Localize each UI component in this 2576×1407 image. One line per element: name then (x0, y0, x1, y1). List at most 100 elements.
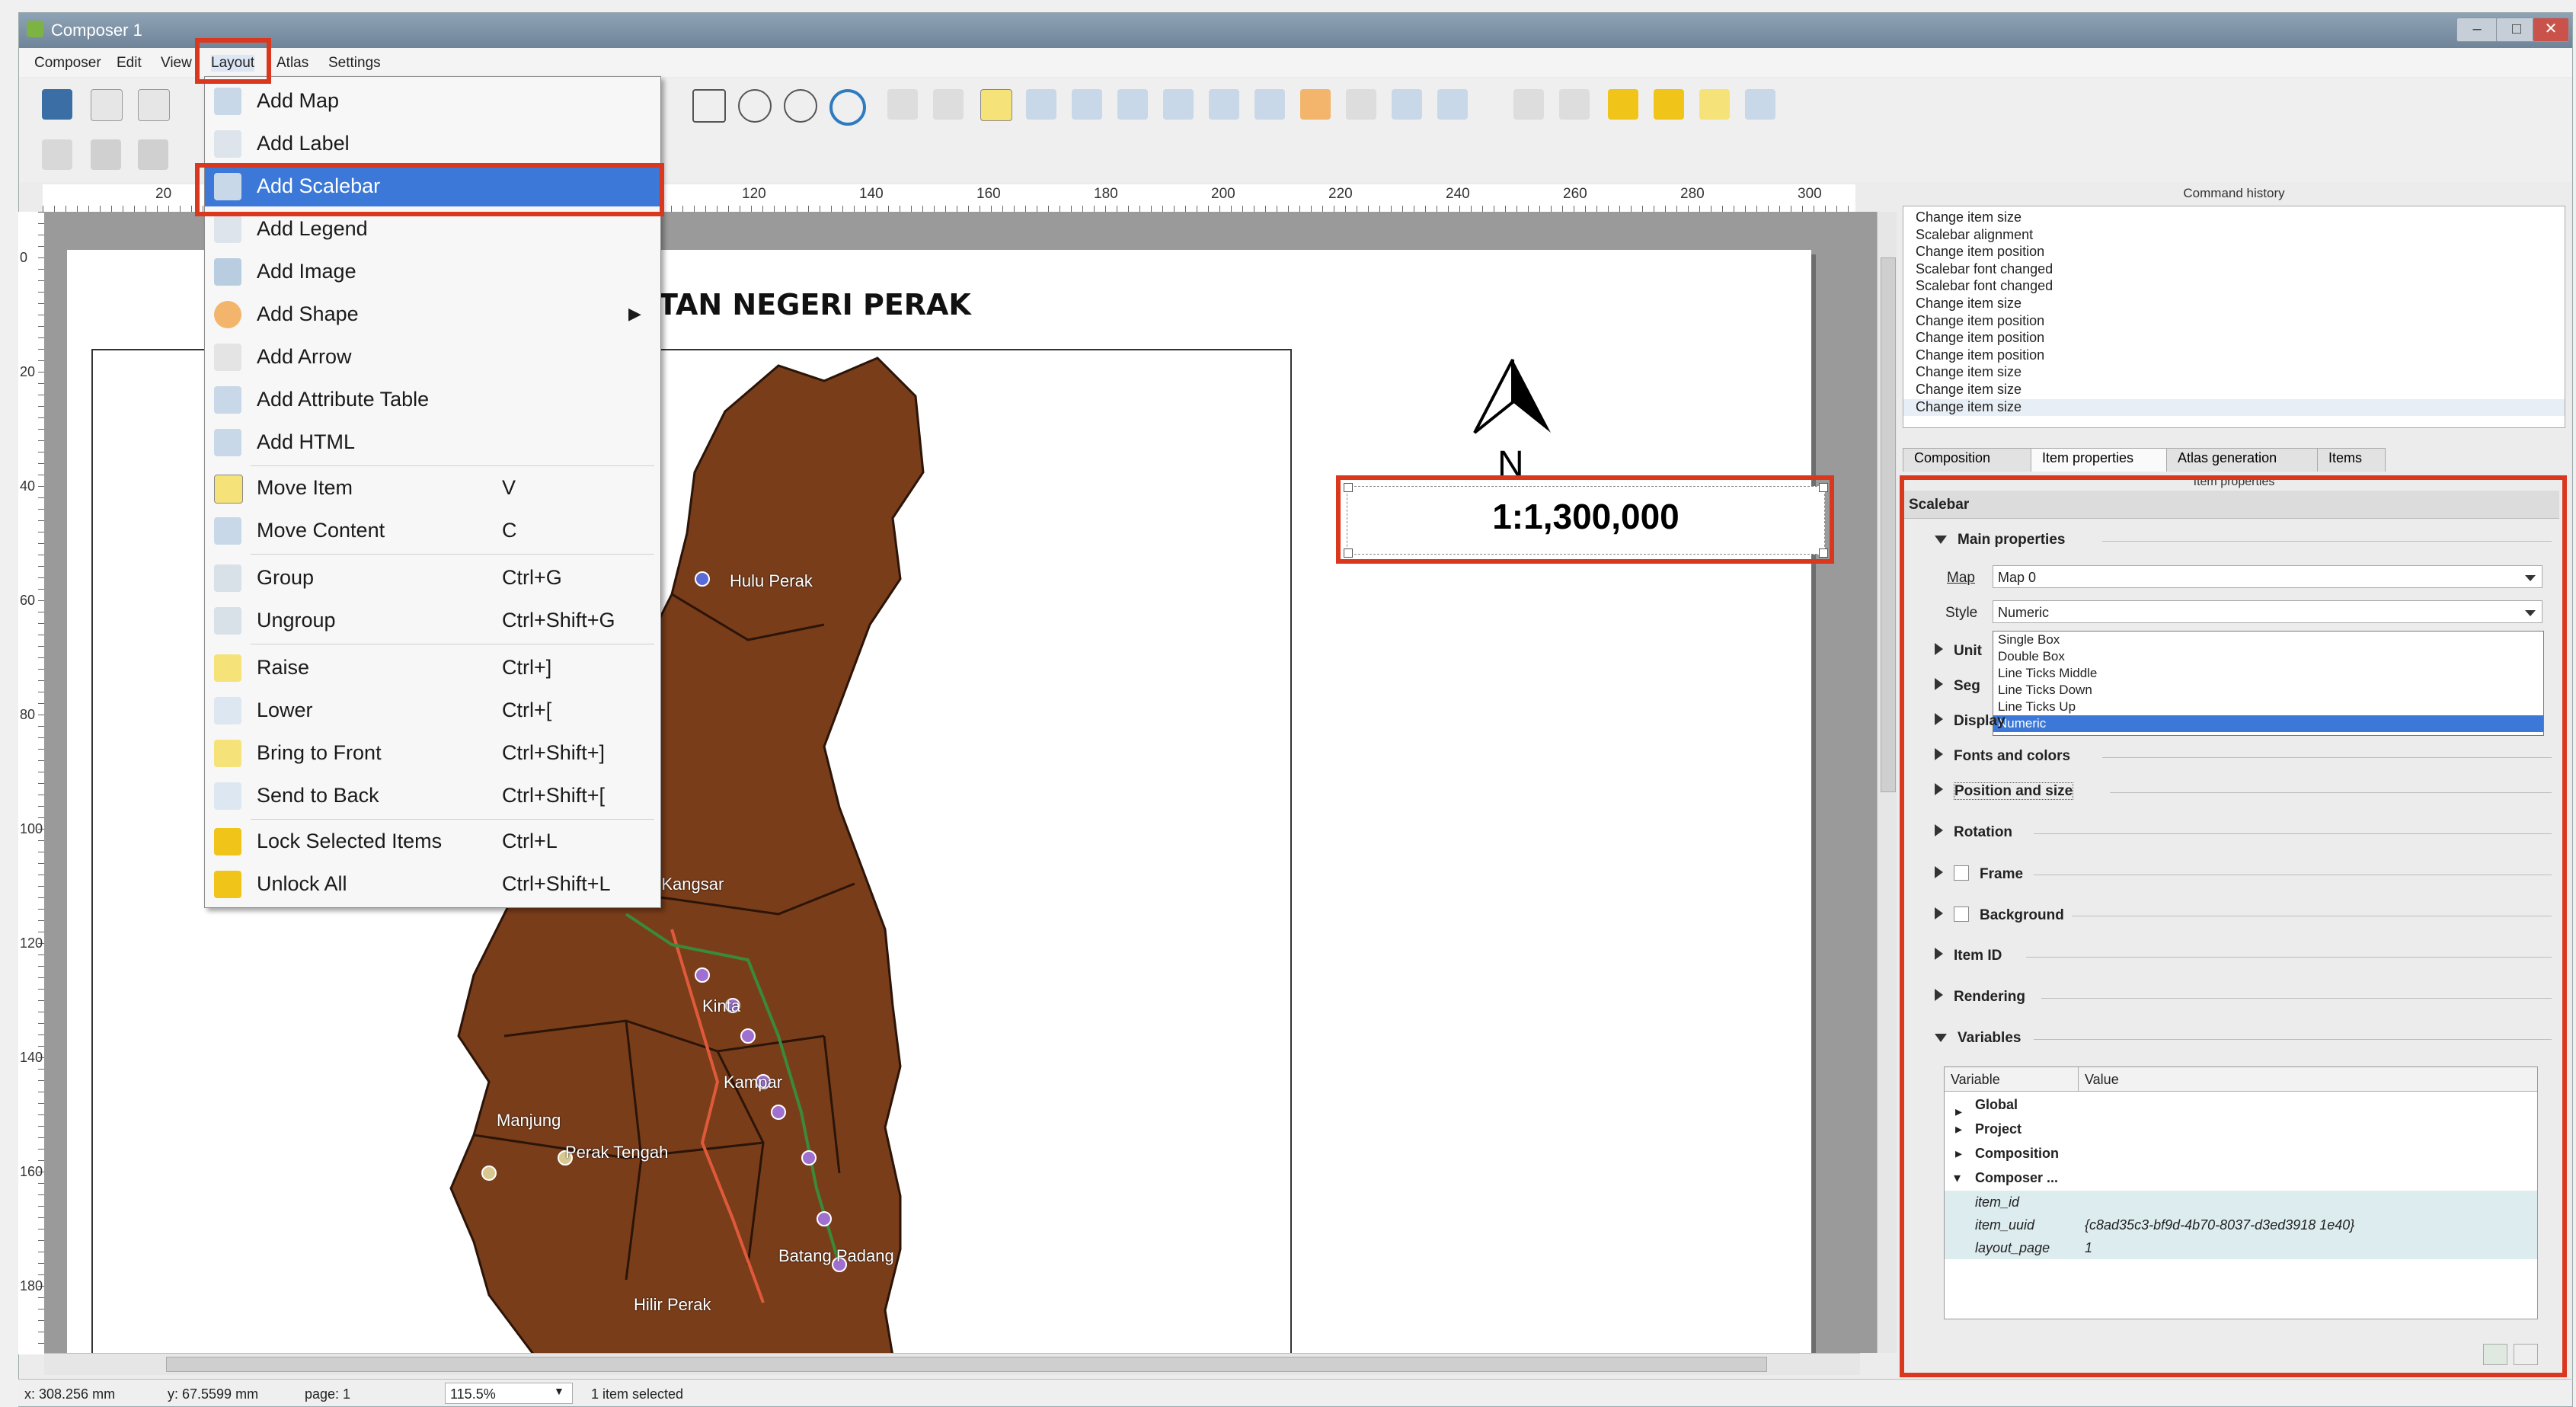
zoom-in-icon[interactable] (738, 89, 772, 123)
group-display[interactable]: Display (1935, 713, 2006, 730)
group-background[interactable]: Background (1935, 907, 2064, 924)
add-shape-icon[interactable] (1300, 89, 1331, 120)
menu-composer[interactable]: Composer (34, 55, 101, 72)
tab-atlas-generation[interactable]: Atlas generation (2166, 448, 2319, 472)
variable-row[interactable]: ▾ Composer ... (1945, 1166, 2537, 1189)
lock-icon[interactable] (1608, 89, 1638, 120)
menu-item-raise[interactable]: Raise Ctrl+] (205, 648, 660, 688)
history-item[interactable]: Scalebar alignment (1903, 227, 2565, 245)
menu-item-add-html[interactable]: Add HTML (205, 423, 660, 462)
first-feature-icon[interactable] (91, 139, 121, 170)
new-composer-icon[interactable] (91, 89, 123, 121)
canvas-horizontal-scrollbar[interactable] (44, 1353, 1860, 1375)
align-icon[interactable] (1745, 89, 1775, 120)
resize-handle[interactable] (1344, 483, 1353, 492)
menu-view[interactable]: View (161, 55, 192, 72)
style-option[interactable]: Line Ticks Down (1993, 682, 2543, 699)
history-item[interactable]: Change item position (1903, 244, 2565, 261)
menu-item-unlock-all[interactable]: Unlock All Ctrl+Shift+L (205, 865, 660, 904)
zoom-out-icon[interactable] (784, 89, 817, 123)
history-item[interactable]: Change item size (1903, 296, 2565, 313)
save-icon[interactable] (42, 89, 72, 120)
unlock-icon[interactable] (1654, 89, 1684, 120)
variable-row[interactable]: item_uuid {c8ad35c3-bf9d-4b70-8037-d3ed39… (1945, 1214, 2537, 1236)
menu-edit[interactable]: Edit (117, 55, 142, 72)
zoom-tool-icon[interactable] (933, 89, 964, 120)
minimize-button[interactable]: – (2456, 18, 2498, 42)
add-arrow-icon[interactable] (1346, 89, 1376, 120)
canvas-vertical-scrollbar[interactable] (1877, 212, 1897, 1353)
history-item[interactable]: Change item size (1903, 206, 2565, 227)
ungroup-icon[interactable] (1559, 89, 1590, 120)
style-option-selected[interactable]: Numeric (1993, 715, 2543, 732)
add-table-icon[interactable] (1392, 89, 1422, 120)
scalebar-item[interactable]: 1:1,300,000 (1344, 483, 1828, 558)
menu-item-send-to-back[interactable]: Send to Back Ctrl+Shift+[ (205, 776, 660, 816)
map-select[interactable]: Map 0 (1993, 565, 2542, 588)
menu-item-bring-to-front[interactable]: Bring to Front Ctrl+Shift+] (205, 734, 660, 773)
history-item[interactable]: Scalebar font changed (1903, 278, 2565, 296)
duplicate-composer-icon[interactable] (138, 89, 170, 121)
add-map-icon[interactable] (1072, 89, 1102, 120)
north-arrow-icon[interactable] (1467, 357, 1558, 440)
menu-item-add-label[interactable]: Add Label (205, 124, 660, 164)
variable-row[interactable]: ▸ Project (1945, 1118, 2537, 1140)
resize-handle[interactable] (1344, 548, 1353, 558)
add-scalebar-icon[interactable] (1254, 89, 1285, 120)
group-position-and-size[interactable]: Position and size (1935, 782, 2074, 800)
value-column-header[interactable]: Value (2079, 1067, 2537, 1092)
menu-item-add-arrow[interactable]: Add Arrow (205, 337, 660, 377)
menu-item-add-shape[interactable]: Add Shape ▶ (205, 295, 660, 334)
refresh-icon[interactable] (829, 89, 866, 126)
group-units[interactable]: Unit (1935, 643, 1982, 660)
background-checkbox[interactable] (1954, 907, 1969, 922)
history-item[interactable]: Change item position (1903, 330, 2565, 347)
command-history-list[interactable]: Change item size Scalebar alignment Chan… (1903, 206, 2565, 428)
variable-row[interactable]: layout_page 1 (1945, 1236, 2537, 1259)
menu-item-add-map[interactable]: Add Map (205, 82, 660, 121)
menu-atlas[interactable]: Atlas (276, 55, 308, 72)
tab-items[interactable]: Items (2317, 448, 2386, 472)
pan-icon[interactable] (887, 89, 918, 120)
tab-composition[interactable]: Composition (1903, 448, 2032, 472)
group-fonts-and-colors[interactable]: Fonts and colors (1935, 748, 2070, 765)
group-segments[interactable]: Seg (1935, 678, 1980, 695)
resize-handle[interactable] (1819, 483, 1828, 492)
menu-settings[interactable]: Settings (328, 55, 381, 72)
zoom-full-icon[interactable] (692, 89, 726, 123)
history-item[interactable]: Change item size (1903, 382, 2565, 399)
menu-layout[interactable]: Layout (211, 55, 255, 72)
menu-item-add-scalebar[interactable]: Add Scalebar (205, 167, 660, 206)
style-option[interactable]: Line Ticks Middle (1993, 665, 2543, 682)
atlas-preview-icon[interactable] (42, 139, 72, 170)
menu-item-move-item[interactable]: Move Item V (205, 468, 660, 508)
variable-column-header[interactable]: Variable (1945, 1067, 2079, 1092)
style-option[interactable]: Double Box (1993, 648, 2543, 665)
add-variable-icon[interactable] (2483, 1344, 2507, 1365)
variable-row[interactable]: ▸ Composition (1945, 1142, 2537, 1165)
add-label-icon[interactable] (1163, 89, 1194, 120)
scroll-thumb[interactable] (1881, 257, 1896, 792)
add-legend-icon[interactable] (1209, 89, 1239, 120)
frame-checkbox[interactable] (1954, 865, 1969, 881)
variable-row[interactable]: item_id (1945, 1191, 2537, 1214)
group-rendering[interactable]: Rendering (1935, 989, 2025, 1006)
menu-item-lock-selected-items[interactable]: Lock Selected Items Ctrl+L (205, 822, 660, 862)
add-image-icon[interactable] (1117, 89, 1148, 120)
history-item[interactable]: Change item size (1903, 398, 2565, 417)
menu-item-add-legend[interactable]: Add Legend (205, 209, 660, 249)
select-move-item-icon[interactable] (980, 89, 1012, 121)
history-item[interactable]: Change item position (1903, 347, 2565, 365)
maximize-button[interactable]: □ (2496, 18, 2537, 42)
move-content-icon[interactable] (1026, 89, 1056, 120)
close-button[interactable]: ✕ (2533, 18, 2569, 42)
menu-item-lower[interactable]: Lower Ctrl+[ (205, 691, 660, 731)
add-html-icon[interactable] (1437, 89, 1468, 120)
group-main-properties[interactable]: Main properties (1935, 532, 2065, 548)
previous-feature-icon[interactable] (138, 139, 168, 170)
tab-item-properties[interactable]: Item properties (2031, 448, 2168, 472)
history-item[interactable]: Scalebar font changed (1903, 261, 2565, 279)
group-rotation[interactable]: Rotation (1935, 824, 2012, 841)
style-select[interactable]: Numeric (1993, 600, 2542, 623)
resize-handle[interactable] (1819, 548, 1828, 558)
